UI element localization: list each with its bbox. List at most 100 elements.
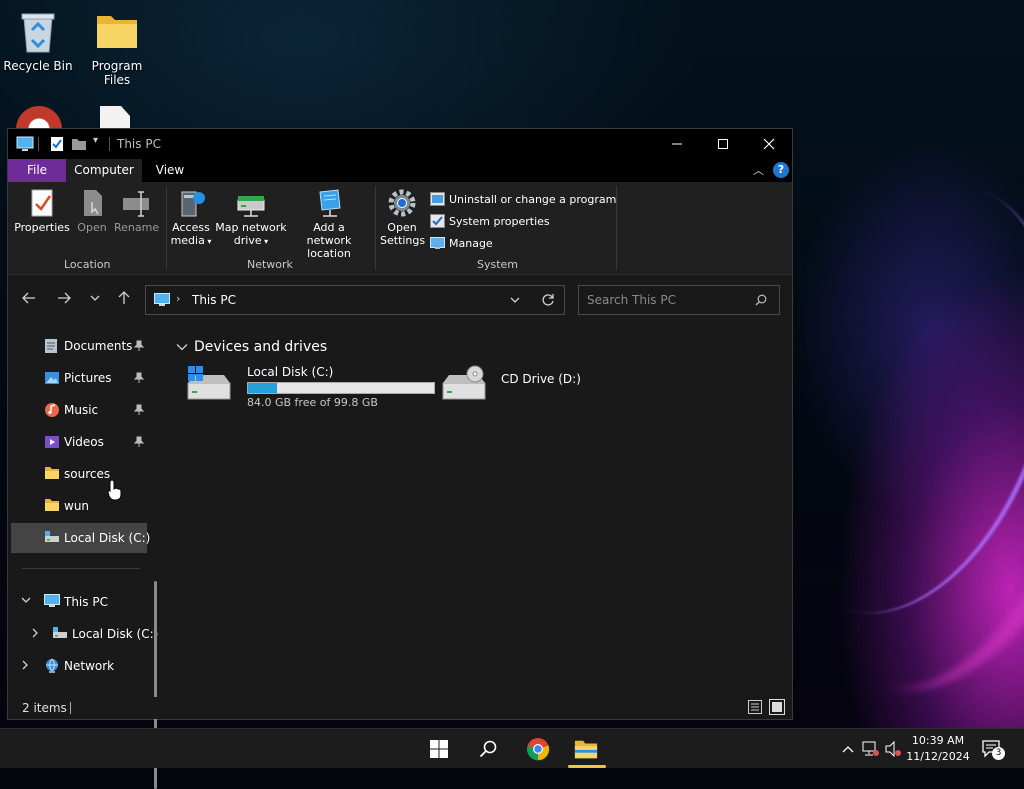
search-icon[interactable] [755, 294, 767, 306]
chevron-up-icon [842, 746, 854, 753]
network-tray-button[interactable] [858, 737, 882, 761]
breadcrumb-chevron-icon: › [176, 292, 181, 305]
file-explorer-taskbar-button[interactable] [574, 737, 598, 761]
map-network-drive-button[interactable]: Map network drive ▾ [214, 188, 288, 248]
uninstall-program-button[interactable]: Uninstall or change a program [430, 190, 616, 208]
system-properties-button[interactable]: System properties [430, 212, 550, 230]
ribbon: Properties Open Rename Location Access m… [8, 182, 792, 275]
taskbar: 10:39 AM 11/12/2024 3 [0, 728, 1024, 768]
desktop-icon-label: Recycle Bin [3, 59, 73, 73]
up-button[interactable] [114, 288, 134, 308]
desktop-icon-partial[interactable] [16, 106, 62, 128]
details-view-icon[interactable] [747, 699, 763, 715]
clock[interactable]: 10:39 AM 11/12/2024 [904, 733, 972, 765]
group-header-label: Devices and drives [194, 339, 328, 355]
drive-cd-d[interactable]: CD Drive (D:) [441, 365, 581, 407]
nav-item-label: Local Disk (C:) [64, 531, 151, 545]
location-group-label: Location [64, 258, 111, 271]
chevron-down-icon[interactable] [21, 596, 31, 607]
address-path[interactable]: This PC [192, 293, 236, 307]
nav-pane-divider [22, 568, 140, 569]
properties-quick-icon[interactable] [50, 136, 64, 152]
recent-locations-button[interactable] [85, 288, 105, 308]
tree-item-local-disk-c[interactable]: Local Disk (C:) [11, 619, 158, 649]
desktop-icon-recycle-bin[interactable]: Recycle Bin [0, 8, 76, 73]
nav-item-label: wun [64, 499, 90, 513]
folder-icon [97, 16, 137, 48]
nav-item-sources[interactable]: sources [11, 459, 147, 489]
manage-button[interactable]: Manage [430, 234, 493, 252]
open-button[interactable]: Open [72, 188, 112, 234]
maximize-icon [718, 139, 728, 149]
nav-item-pictures[interactable]: Pictures [11, 363, 147, 393]
nav-item-label: Music [64, 403, 99, 417]
chevron-right-icon[interactable] [31, 628, 39, 641]
volume-tray-button[interactable] [881, 737, 905, 761]
pin-icon [134, 372, 144, 383]
show-hidden-icons-button[interactable] [836, 737, 860, 761]
file-explorer-icon [574, 740, 598, 759]
desktop-icon-program-files[interactable]: Program Files [79, 8, 155, 87]
close-button[interactable] [746, 129, 792, 159]
tree-item-label: This PC [64, 595, 108, 609]
properties-button[interactable]: Properties [14, 188, 70, 234]
forward-button[interactable] [54, 288, 74, 308]
ribbon-separator [616, 186, 617, 270]
access-media-label-2: media [170, 234, 205, 247]
collapse-ribbon-chevron-icon[interactable]: ︿ [753, 162, 764, 178]
documents-icon [45, 339, 57, 353]
windows-logo-icon [430, 740, 448, 758]
drive-usage-bar [247, 382, 435, 394]
start-button[interactable] [427, 737, 451, 761]
notification-center-button[interactable]: 3 [980, 737, 1005, 761]
back-button[interactable] [19, 288, 39, 308]
help-icon[interactable]: ? [773, 162, 789, 178]
access-media-button[interactable]: Access media ▾ [170, 188, 212, 248]
devices-and-drives-header[interactable]: Devices and drives [176, 339, 327, 355]
address-bar[interactable]: › This PC [145, 285, 565, 315]
chevron-right-icon[interactable] [21, 660, 29, 673]
properties-icon [31, 189, 53, 217]
local-disk-icon [53, 627, 67, 638]
tab-computer[interactable]: Computer [66, 159, 142, 182]
arrow-right-icon [58, 292, 71, 304]
pin-icon [134, 404, 144, 415]
add-network-location-button[interactable]: Add a network location [290, 188, 368, 260]
this-pc-icon [44, 594, 60, 607]
nav-item-local-disk-c[interactable]: Local Disk (C:) [11, 523, 151, 553]
add-network-location-icon [319, 189, 341, 217]
search-button[interactable] [476, 737, 500, 761]
nav-item-documents[interactable]: Documents [11, 331, 147, 361]
notification-count-badge: 3 [992, 747, 1005, 760]
close-icon [763, 138, 775, 150]
minimize-button[interactable] [654, 129, 700, 159]
this-pc-icon [154, 293, 170, 306]
large-icons-view-icon[interactable] [769, 699, 785, 715]
open-label: Open [77, 221, 107, 234]
drive-usage-fill [248, 383, 278, 393]
customize-quick-access-dropdown[interactable]: ▾ [93, 135, 98, 146]
nav-item-music[interactable]: Music [11, 395, 147, 425]
nav-item-label: Pictures [64, 371, 112, 385]
desktop-icon-partial[interactable] [100, 106, 134, 128]
open-settings-button[interactable]: Open Settings [380, 188, 425, 247]
chrome-taskbar-button[interactable] [526, 737, 550, 761]
new-folder-quick-icon[interactable] [71, 136, 87, 152]
system-properties-icon [430, 214, 445, 228]
tree-item-network[interactable]: Network [11, 651, 147, 681]
maximize-button[interactable] [700, 129, 746, 159]
tab-file[interactable]: File [8, 159, 66, 182]
nav-item-videos[interactable]: Videos [11, 427, 147, 457]
pin-icon [134, 340, 144, 351]
this-pc-icon [16, 136, 34, 151]
nav-item-wun[interactable]: wun [11, 491, 147, 521]
search-box[interactable]: Search This PC [578, 285, 780, 315]
tree-item-this-pc[interactable]: This PC [11, 587, 147, 617]
tab-view[interactable]: View [152, 159, 188, 182]
address-history-dropdown-icon[interactable] [510, 296, 520, 304]
drive-local-disk-c[interactable]: Local Disk (C:) 84.0 GB free of 99.8 GB [186, 365, 448, 419]
drive-name: Local Disk (C:) [247, 365, 334, 379]
recycle-bin-icon [21, 13, 55, 53]
refresh-icon[interactable] [541, 293, 555, 307]
rename-button[interactable]: Rename [114, 188, 159, 234]
